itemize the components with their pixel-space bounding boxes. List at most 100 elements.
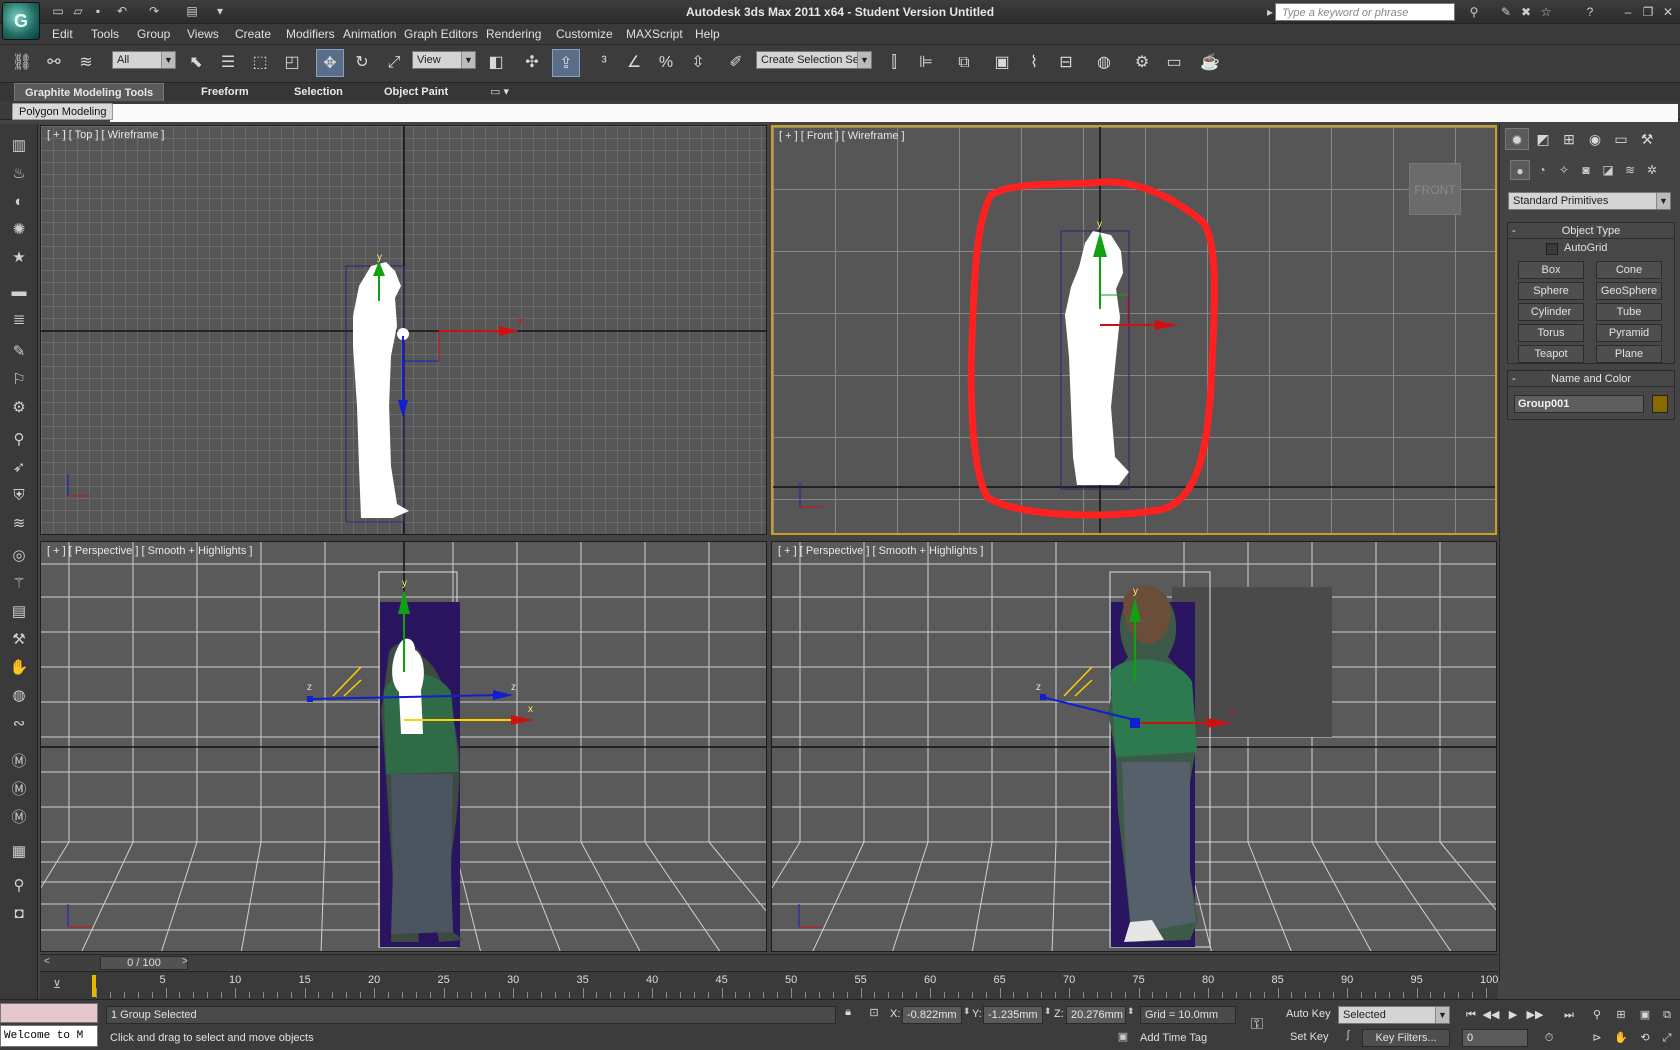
select-and-rotate-icon[interactable]: ↻ [348, 49, 376, 77]
maxscript-listener[interactable]: Welcome to M [0, 1025, 98, 1047]
play-icon[interactable]: ▶ [1504, 1006, 1522, 1024]
subscription-icon[interactable]: ✎ [1498, 4, 1514, 20]
menu-customize[interactable]: Customize [556, 27, 613, 41]
select-object-icon[interactable]: ⬉ [182, 49, 210, 77]
time-slider[interactable]: < 0 / 100 > [40, 954, 1498, 970]
display-tab-icon[interactable]: ▭ [1609, 128, 1633, 150]
cloth-icon[interactable]: ⛨ [6, 484, 32, 508]
material-editor-icon[interactable]: ◍ [1090, 49, 1118, 77]
render-setup-icon[interactable]: ⚙ [1128, 49, 1156, 77]
application-menu-button[interactable]: G [2, 2, 40, 40]
zoom-icon[interactable]: ⚲ [1588, 1006, 1606, 1024]
menu-views[interactable]: Views [187, 27, 219, 41]
torus-button[interactable]: Torus [1518, 324, 1584, 342]
reference-coordinate-dropdown[interactable]: View ▼ [412, 51, 476, 69]
cone-button[interactable]: Cone [1596, 261, 1662, 279]
absolute-mode-icon[interactable]: ⊡ [866, 1006, 882, 1022]
unlink-selection-icon[interactable]: ⚯ [40, 49, 68, 77]
systems-icon[interactable]: ✲ [1642, 160, 1662, 180]
viewport-top[interactable]: [ + ] [ Top ] [ Wireframe ] y x [40, 125, 767, 535]
selection-filter-dropdown[interactable]: All ▼ [112, 51, 176, 69]
select-and-link-icon[interactable]: ⛓ [8, 49, 36, 77]
mini-curve-editor-icon[interactable]: ⊻ [48, 974, 66, 996]
mirror-icon[interactable]: ⫿ [880, 49, 908, 77]
minimize-icon[interactable]: – [1620, 4, 1636, 20]
go-to-end-icon[interactable]: ⏭ [1560, 1006, 1578, 1024]
bird-icon[interactable]: ➶ [6, 456, 32, 480]
lights-icon[interactable]: ✧ [1554, 160, 1574, 180]
maximize-icon[interactable]: ❐ [1640, 4, 1656, 20]
time-slider-prev-icon[interactable]: < [44, 956, 50, 967]
z-coordinate-field[interactable]: 20.276mm [1066, 1006, 1126, 1024]
menu-rendering[interactable]: Rendering [486, 27, 541, 41]
pencil-icon[interactable]: ✎ [6, 340, 32, 364]
space-warps-icon[interactable]: ≋ [1620, 160, 1640, 180]
ribbon-options-icon[interactable]: ▭ ▾ [490, 85, 509, 98]
orbit-icon[interactable]: ⟲ [1636, 1029, 1654, 1047]
name-and-color-header[interactable]: - Name and Color [1508, 371, 1674, 387]
snaps-toggle-icon[interactable]: ³ [590, 49, 618, 77]
geosphere-button[interactable]: GeoSphere [1596, 282, 1662, 300]
plane-button[interactable]: Plane [1596, 345, 1662, 363]
y-spinner-icon[interactable]: ⬍ [1044, 1006, 1052, 1017]
tab-freeform[interactable]: Freeform [191, 83, 259, 101]
spray-icon[interactable]: ⚚ [6, 572, 32, 596]
rendered-frame-window-icon[interactable]: ▭ [1160, 49, 1188, 77]
sphere-button[interactable]: Sphere [1518, 282, 1584, 300]
scroll-icon[interactable]: ▤ [6, 600, 32, 624]
lock-selection-icon[interactable]: 🔒︎ [840, 1006, 856, 1022]
favorites-icon[interactable]: ☆ [1538, 4, 1554, 20]
z-spinner-icon[interactable]: ⬍ [1127, 1006, 1135, 1017]
tab-graphite-modeling-tools[interactable]: Graphite Modeling Tools [14, 83, 165, 101]
previous-frame-icon[interactable]: ◀◀ [1482, 1006, 1500, 1024]
object-name-input[interactable]: Group001 [1514, 395, 1644, 413]
object-type-header[interactable]: - Object Type [1508, 223, 1674, 239]
menu-graph-editors[interactable]: Graph Editors [404, 27, 478, 41]
x-spinner-icon[interactable]: ⬍ [963, 1006, 971, 1017]
binoculars-icon[interactable]: ⚲ [1466, 4, 1482, 20]
box-icon[interactable]: ▬ [6, 280, 32, 304]
auto-key-button[interactable]: Auto Key [1286, 1008, 1331, 1020]
current-frame-field[interactable]: 0 [1462, 1029, 1528, 1047]
edit-named-selection-icon[interactable]: ✐ [722, 49, 750, 77]
light-icon[interactable]: ✺ [6, 218, 32, 242]
window-crossing-icon[interactable]: ◰ [278, 49, 306, 77]
zoom-extents-icon[interactable]: ▣ [1636, 1006, 1654, 1024]
cameras-icon[interactable]: ◙ [1576, 160, 1596, 180]
hand-icon[interactable]: ✋ [6, 656, 32, 680]
menu-group[interactable]: Group [137, 27, 170, 41]
waves-icon[interactable]: ≋ [6, 512, 32, 536]
help-icon[interactable]: ? [1582, 4, 1598, 20]
keyboard-shortcut-override-icon[interactable]: ⇪ [552, 49, 580, 77]
menu-edit[interactable]: Edit [52, 27, 73, 41]
motion-tab-icon[interactable]: ◉ [1583, 128, 1607, 150]
percent-snap-icon[interactable]: % [652, 49, 680, 77]
viewport-perspective-left[interactable]: [ + ] [ Perspective ] [ Smooth + Highlig… [40, 541, 767, 952]
key-icon[interactable]: ⚿ [1242, 1016, 1272, 1040]
search-input[interactable]: Type a keyword or phrase [1275, 3, 1455, 21]
menu-tools[interactable]: Tools [91, 27, 119, 41]
menu-modifiers[interactable]: Modifiers [286, 27, 335, 41]
layer-manager-icon[interactable]: ⧉ [950, 49, 978, 77]
tab-object-paint[interactable]: Object Paint [374, 83, 458, 101]
select-by-name-icon[interactable]: ☰ [214, 49, 242, 77]
spinner-snap-icon[interactable]: ⇳ [684, 49, 712, 77]
sphere-icon[interactable]: ◐ [6, 190, 32, 214]
trackbar[interactable]: ⊻ 5 10 15 20 25 30 35 40 45 50 55 60 65 70 75 80 85 90 95 1… [40, 971, 1498, 999]
select-and-manipulate-icon[interactable]: ✣ [518, 49, 546, 77]
maximize-viewport-icon[interactable]: ⤢ [1658, 1029, 1676, 1047]
pan-view-icon[interactable]: ✋ [1612, 1029, 1630, 1047]
star-icon[interactable]: ★ [6, 246, 32, 270]
go-to-start-icon[interactable]: ⏮ [1462, 1006, 1480, 1024]
globe-icon[interactable]: ◍ [6, 684, 32, 708]
add-time-tag[interactable]: Add Time Tag [1140, 1032, 1207, 1044]
utilities-tab-icon[interactable]: ⚒ [1635, 128, 1659, 150]
helpers-icon[interactable]: ◪ [1598, 160, 1618, 180]
time-configuration-icon[interactable]: ⏱ [1540, 1029, 1558, 1047]
object-color-swatch[interactable] [1652, 395, 1668, 413]
curve-icon[interactable]: ∾ [6, 712, 32, 736]
key-mode-dropdown[interactable]: Selected ▼ [1338, 1006, 1450, 1024]
create-tab-icon[interactable]: ✹ [1505, 128, 1529, 150]
autogrid-checkbox[interactable] [1546, 243, 1558, 255]
rope-icon[interactable]: ◎ [6, 544, 32, 568]
